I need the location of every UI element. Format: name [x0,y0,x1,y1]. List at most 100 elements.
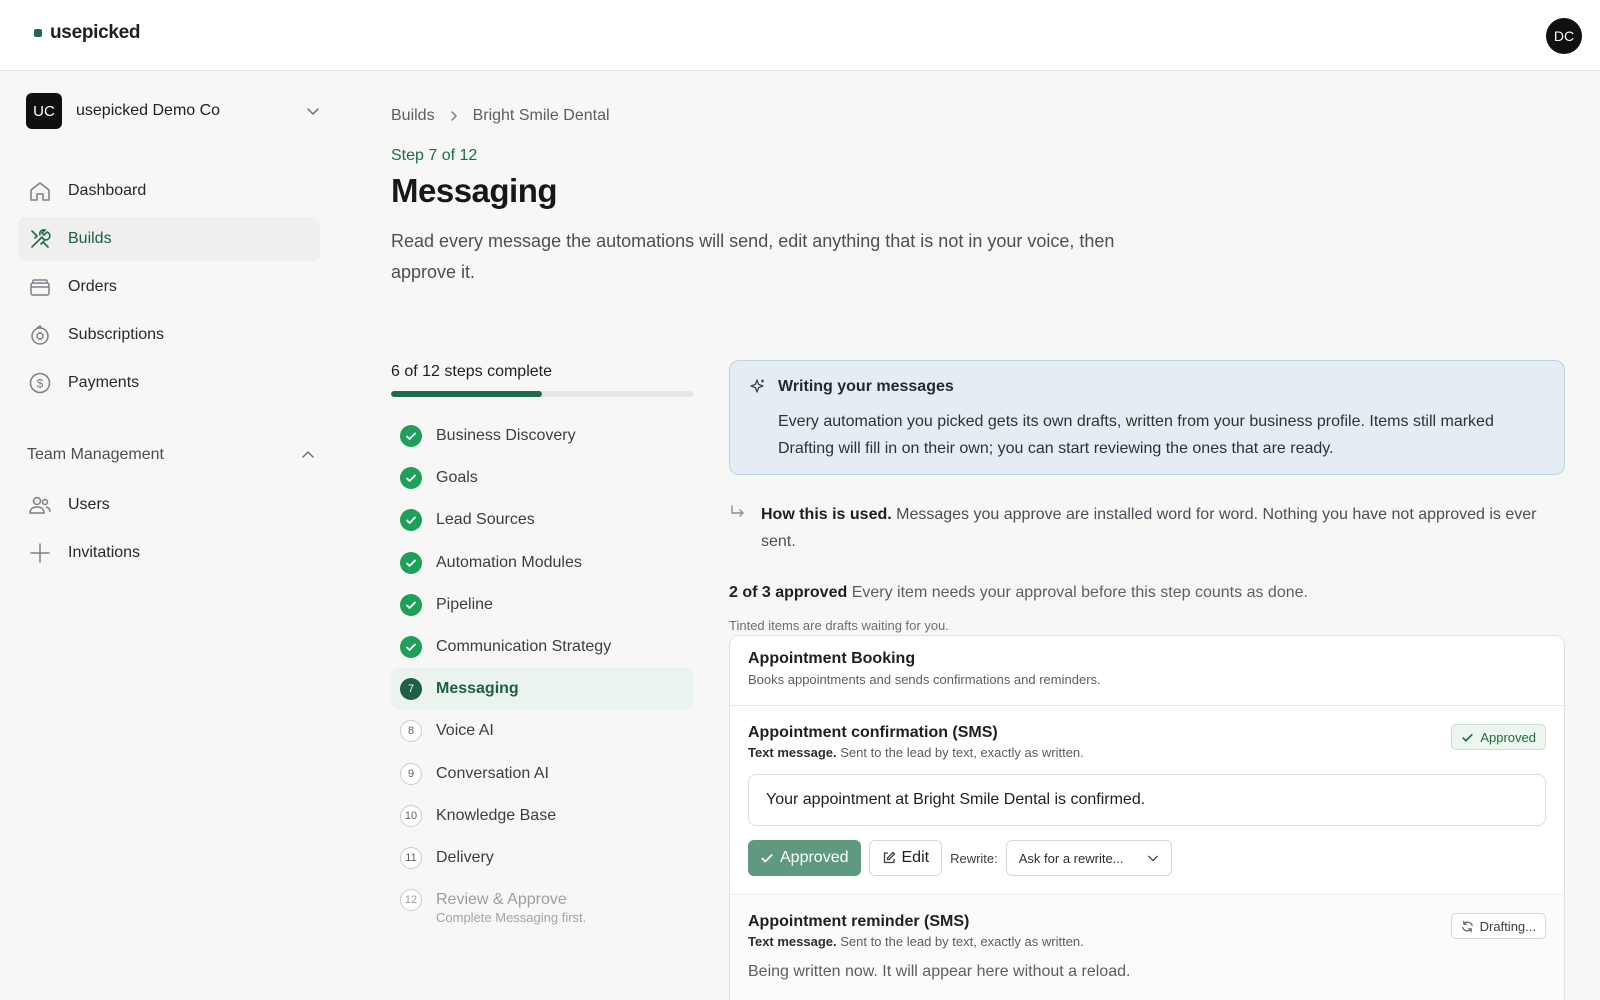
step-item[interactable]: 9 Conversation AI [391,753,693,795]
message-meta-text: Sent to the lead by text, exactly as wri… [836,934,1084,949]
step-item[interactable]: Communication Strategy [391,626,693,668]
step-label: Communication Strategy [436,638,612,656]
org-name: usepicked Demo Co [76,102,221,119]
breadcrumb: Builds Bright Smile Dental [391,107,610,125]
message-meta: Text message. Sent to the lead by text, … [748,934,1546,949]
message-title: Appointment confirmation (SMS) [748,724,998,741]
step-item[interactable]: Automation Modules [391,542,693,584]
step-item[interactable]: Lead Sources [391,499,693,541]
check-icon [400,425,422,448]
step-label: Pipeline [436,595,493,613]
dollar-icon: $ [28,371,52,395]
drafting-badge: Drafting... [1450,913,1546,939]
recurring-icon [28,323,52,347]
edit-button[interactable]: Edit [868,840,943,876]
brand-mark [34,29,42,37]
info-card: Writing your messages Every automation y… [729,360,1565,475]
sparkle-icon [750,379,764,393]
brand-logo[interactable]: usepicked [34,22,141,44]
progress-bar-fill [391,391,542,397]
check-icon [400,467,422,490]
sidebar-item-dashboard[interactable]: Dashboard [18,169,320,213]
sidebar-item-users[interactable]: Users [18,483,320,527]
sidebar-item-builds[interactable]: Builds [18,217,320,261]
module-card: Appointment Booking Books appointments a… [729,635,1565,1000]
rewrite-label: Rewrite: [950,850,998,866]
team-management-toggle[interactable]: Team Management [27,446,315,464]
message-title: Appointment reminder (SMS) [748,913,970,930]
section-label: Team Management [27,446,164,463]
message-text-field[interactable]: Your appointment at Bright Smile Dental … [748,774,1546,826]
step-list: Business Discovery Goals Lead Sources Au… [391,415,693,925]
chevron-down-icon [307,108,319,115]
sidebar-item-label: Invitations [68,544,141,561]
sidebar-item-label: Dashboard [68,182,147,199]
message-channel: Text message. [748,745,837,760]
sidebar-item-invitations[interactable]: Invitations [18,531,320,575]
sidebar-item-label: Subscriptions [68,326,165,343]
check-icon [400,593,422,616]
drafting-text: Being written now. It will appear here w… [748,963,1131,980]
rewrite-select[interactable]: Ask for a rewrite... [1005,840,1172,876]
step-item[interactable]: 11 Delivery [391,837,693,879]
info-body: Every automation you picked gets its own… [778,413,1494,457]
usage-lead: How this is used. [761,506,892,523]
corner-arrow-icon [731,505,744,517]
approval-status: 2 of 3 approved Every item needs your ap… [729,584,1308,602]
sidebar-item-label: Builds [68,230,112,247]
module-header: Appointment Booking Books appointments a… [730,636,1564,706]
step-number: 11 [400,846,422,869]
message-channel: Text message. [748,934,837,949]
check-icon [400,509,422,532]
step-number: 8 [400,720,422,743]
sidebar-item-payments[interactable]: $ Payments [18,361,320,405]
breadcrumb-current: Bright Smile Dental [472,107,610,124]
step-item[interactable]: Pipeline [391,584,693,626]
step-item[interactable]: Business Discovery [391,415,693,457]
chevron-right-icon [450,111,457,121]
step-label: Review & Approve [436,891,567,909]
brand-name: usepicked [50,22,141,43]
step-item[interactable]: 8 Voice AI [391,710,693,752]
org-switcher[interactable]: UC usepicked Demo Co [26,93,326,129]
user-avatar[interactable]: DC [1546,18,1582,54]
refresh-icon [1461,920,1473,932]
tools-icon [28,227,52,251]
step-item-current[interactable]: 7 Messaging [391,668,693,711]
module-title: Appointment Booking [748,650,916,667]
message-item: Appointment reminder (SMS) Text message.… [730,894,1564,999]
step-label: Automation Modules [436,553,582,571]
tinted-note: Tinted items are drafts waiting for you. [729,618,949,633]
svg-text:$: $ [37,377,44,391]
top-bar: usepicked DC [0,0,1600,71]
breadcrumb-link-builds[interactable]: Builds [391,107,435,125]
approve-button[interactable]: Approved [748,840,861,876]
page-title: Messaging [391,172,558,209]
sidebar-item-label: Payments [68,374,140,391]
users-icon [28,493,52,517]
step-label: Messaging [436,680,519,698]
chevron-down-icon [1147,855,1158,862]
message-item: Appointment confirmation (SMS) Text mess… [730,706,1564,894]
step-indicator: Step 7 of 12 [391,147,478,164]
check-icon [400,636,422,659]
message-meta-text: Sent to the lead by text, exactly as wri… [836,745,1084,760]
approved-badge: Approved [1451,724,1546,750]
module-description: Books appointments and sends confirmatio… [748,672,1101,687]
edit-icon [883,851,895,864]
step-number: 9 [400,762,422,785]
step-label: Voice AI [436,722,494,740]
step-label: Knowledge Base [436,806,557,824]
usage-text: How this is used. Messages you approve a… [761,502,1561,555]
check-icon [761,854,773,863]
chevron-up-icon [302,451,314,458]
badge-label: Approved [1480,729,1536,745]
check-icon [400,551,422,574]
sidebar-item-subscriptions[interactable]: Subscriptions [18,313,320,357]
step-number: 10 [400,804,422,827]
step-label: Goals [436,469,478,487]
sidebar-item-orders[interactable]: Orders [18,265,320,309]
step-item[interactable]: 10 Knowledge Base [391,795,693,837]
sidebar: UC usepicked Demo Co Dashboard Builds Or… [0,71,340,1000]
step-item[interactable]: Goals [391,457,693,499]
